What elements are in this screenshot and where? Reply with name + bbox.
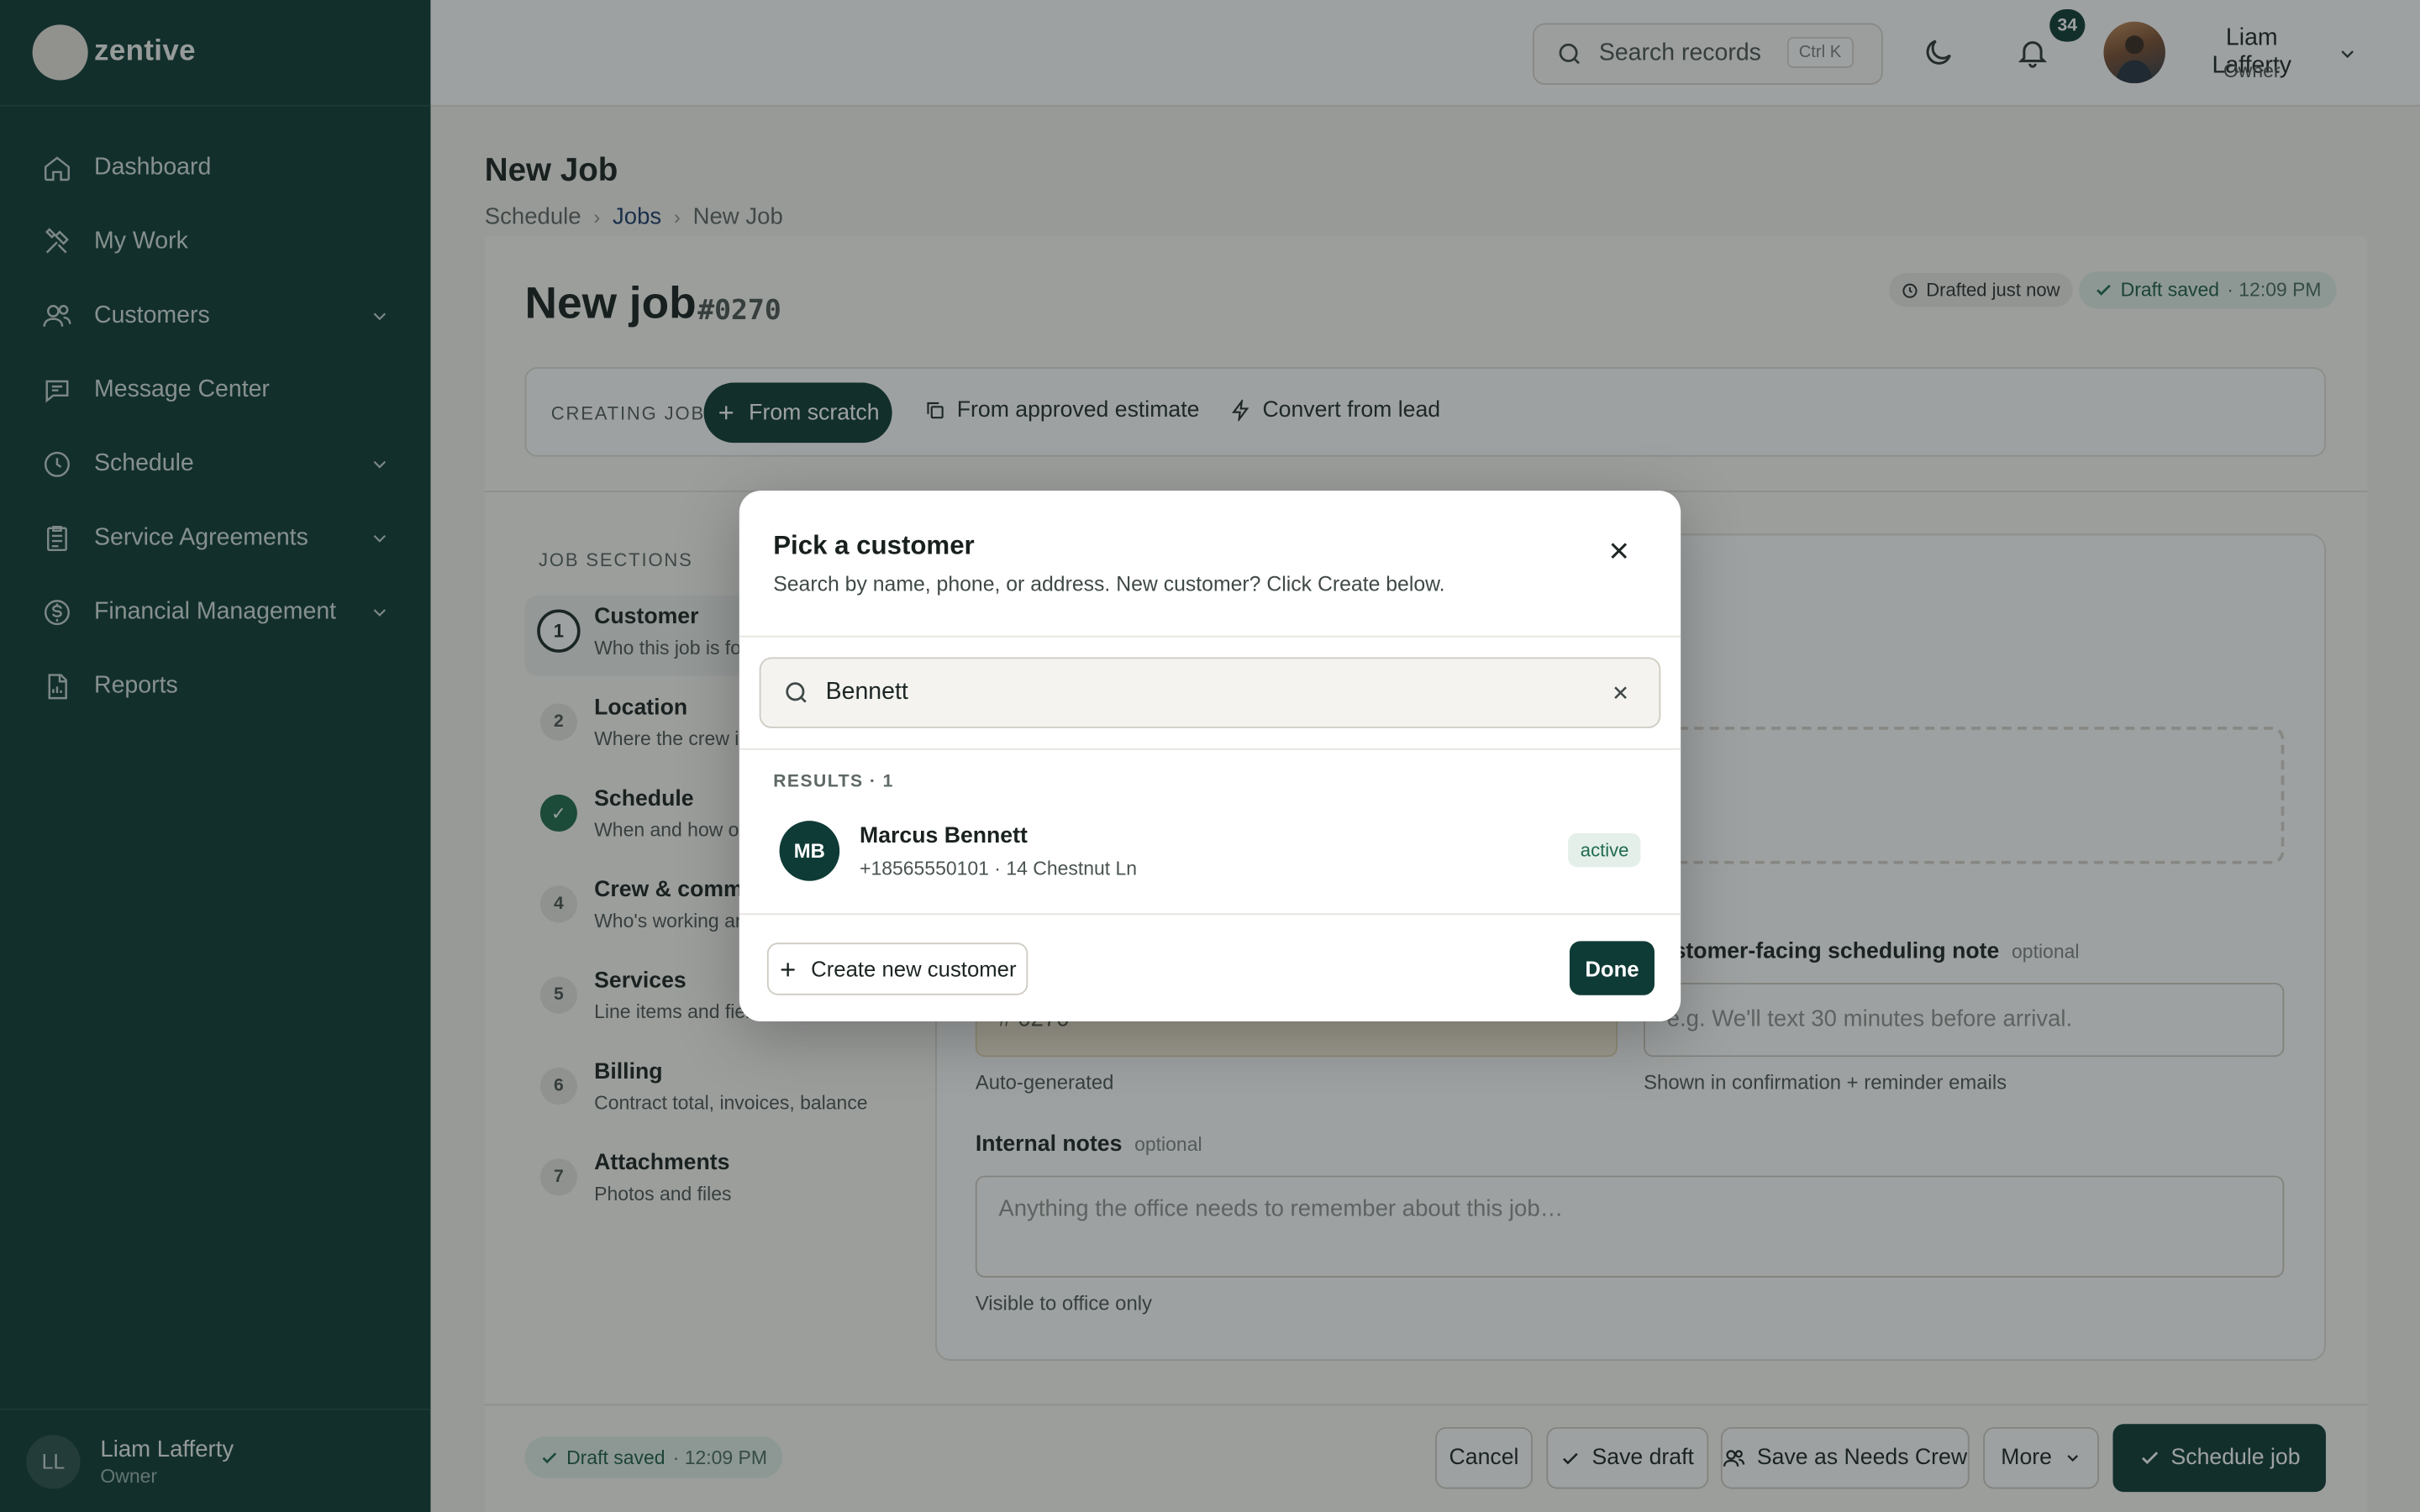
create-new-customer-label: Create new customer — [811, 956, 1017, 982]
divider — [739, 635, 1681, 638]
create-new-customer-button[interactable]: Create new customer — [766, 942, 1028, 995]
avatar: MB — [779, 821, 840, 881]
close-icon — [1611, 543, 1628, 559]
customer-name: Marcus Bennett — [860, 823, 1028, 849]
clear-search-icon[interactable] — [1610, 682, 1632, 704]
close-button[interactable] — [1605, 537, 1633, 564]
modal-subtitle: Search by name, phone, or address. New c… — [773, 572, 1445, 596]
search-value: Bennett — [825, 679, 908, 706]
status-badge: active — [1568, 832, 1642, 868]
pick-customer-modal: Pick a customer Search by name, phone, o… — [739, 491, 1681, 1021]
plus-icon — [781, 962, 796, 976]
modal-title: Pick a customer — [773, 530, 975, 560]
customer-search-input[interactable]: Bennett — [759, 657, 1661, 728]
divider — [739, 748, 1681, 750]
customer-result-row[interactable]: MB Marcus Bennett +18565550101 · 14 Ches… — [761, 807, 1660, 894]
customer-meta: +18565550101 · 14 Chestnut Ln — [860, 858, 1138, 879]
search-icon — [786, 682, 807, 703]
results-count: RESULTS · 1 — [773, 773, 894, 792]
divider — [739, 913, 1681, 916]
done-button[interactable]: Done — [1569, 941, 1655, 995]
